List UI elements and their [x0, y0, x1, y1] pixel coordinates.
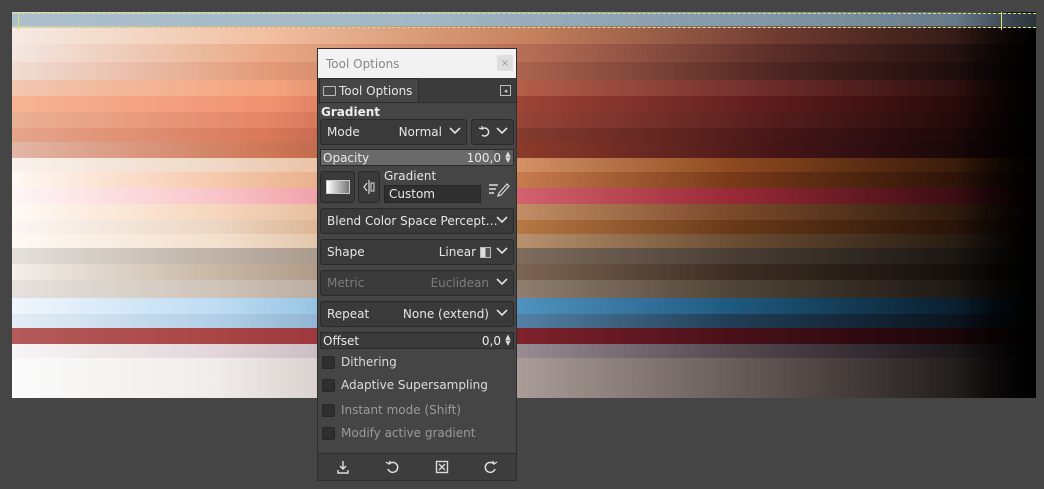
checkbox-modify-active-gradient[interactable]: Modify active gradient [322, 424, 475, 442]
mode-label: Mode [327, 125, 360, 139]
checkbox-adaptive-supersampling[interactable]: Adaptive Supersampling [322, 376, 488, 394]
swap-mode-icon [478, 126, 490, 137]
reset-button[interactable] [481, 457, 501, 477]
mode-reverse-combo[interactable] [471, 119, 514, 145]
restore-icon [385, 460, 399, 474]
save-icon [337, 461, 349, 474]
chevron-down-icon [496, 309, 508, 317]
spin-arrows-icon[interactable]: ▲ ▼ [504, 334, 512, 347]
blend-color-space-label: Blend Color Space Percept… [327, 214, 498, 228]
offset-spinscale[interactable]: Offset 0,0 ▲ ▼ [320, 332, 514, 349]
spin-arrows-icon[interactable]: ▲ ▼ [504, 151, 512, 164]
checkbox-box[interactable] [322, 426, 335, 440]
tab-tool-options[interactable]: Tool Options [319, 78, 420, 102]
dock-tabbar: Tool Options ◂ [318, 78, 516, 103]
guide-handle-start[interactable] [18, 12, 19, 30]
gradient-name-field[interactable]: Custom [384, 185, 481, 203]
guide-handle-end[interactable] [1001, 12, 1002, 30]
offset-label: Offset [323, 333, 360, 348]
checkbox-label: Modify active gradient [341, 426, 476, 440]
chevron-down-icon [496, 278, 508, 286]
checkbox-box[interactable] [322, 403, 335, 417]
shape-value: Linear [438, 245, 476, 259]
close-icon[interactable]: × [497, 55, 513, 71]
edit-gradient-icon[interactable] [488, 180, 510, 198]
window-titlebar[interactable]: Tool Options × [318, 49, 516, 78]
metric-label: Metric [327, 276, 365, 290]
repeat-value: None (extend) [402, 307, 489, 321]
save-preset-button[interactable] [333, 457, 353, 477]
canvas-edge-fade [956, 12, 1036, 398]
restore-preset-button[interactable] [382, 457, 402, 477]
gradient-preview-button[interactable] [320, 171, 355, 203]
opacity-label: Opacity [323, 150, 370, 165]
chevron-down-icon [496, 127, 508, 135]
opacity-value: 100,0 [466, 150, 501, 165]
mode-combo[interactable]: Mode Normal [320, 119, 467, 145]
reverse-gradient-button[interactable] [358, 171, 380, 203]
image-canvas[interactable] [12, 12, 1036, 398]
tab-label: Tool Options [339, 83, 413, 98]
tool-options-icon [323, 85, 336, 96]
opacity-spinscale[interactable]: Opacity 100,0 ▲ ▼ [320, 149, 514, 166]
checkbox-instant-mode[interactable]: Instant mode (Shift) [322, 401, 461, 419]
checkbox-label: Instant mode (Shift) [341, 403, 462, 417]
metric-combo: Metric Euclidean [320, 270, 514, 296]
tool-options-window[interactable]: Tool Options × Tool Options ◂ Gradient M… [317, 48, 517, 481]
chevron-down-icon [496, 247, 508, 255]
repeat-label: Repeat [327, 307, 370, 321]
gradient-label: Gradient [384, 169, 437, 183]
checkbox-dithering[interactable]: Dithering [322, 353, 397, 371]
chevron-down-icon [449, 127, 461, 135]
checkbox-box[interactable] [322, 355, 335, 369]
shape-combo[interactable]: Shape Linear [320, 239, 514, 265]
gradient-swatch-icon [325, 180, 350, 194]
blend-color-space-combo[interactable]: Blend Color Space Percept… [320, 208, 514, 234]
chevron-down-icon [496, 216, 508, 224]
linear-shape-icon [480, 246, 491, 258]
tool-options-footer [318, 453, 516, 480]
selection-marquee[interactable] [12, 13, 1036, 28]
metric-value: Euclidean [430, 276, 489, 290]
offset-value: 0,0 [481, 333, 501, 348]
repeat-combo[interactable]: Repeat None (extend) [320, 301, 514, 327]
canvas-area[interactable] [0, 0, 1044, 489]
reverse-icon [363, 180, 375, 194]
window-title: Tool Options [326, 56, 400, 71]
delete-preset-button[interactable] [432, 457, 452, 477]
group-title: Gradient [321, 105, 380, 119]
delete-icon [435, 460, 448, 474]
reset-icon [484, 460, 498, 474]
checkbox-box[interactable] [322, 378, 335, 392]
shape-label: Shape [327, 245, 365, 259]
checkbox-label: Dithering [341, 355, 397, 369]
checkbox-label: Adaptive Supersampling [341, 378, 488, 392]
tab-menu-icon[interactable]: ◂ [500, 85, 511, 96]
mode-value: Normal [398, 125, 442, 139]
